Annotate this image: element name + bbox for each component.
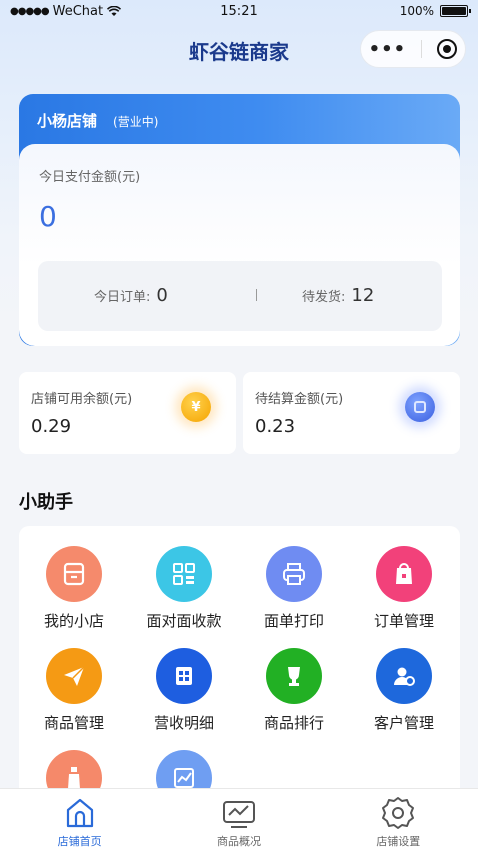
order-divider: [256, 289, 257, 301]
today-stats-panel: 今日支付金额(元) 0 今日订单: 0 待发货: 12: [19, 144, 460, 346]
shop-summary-card: 小杨店铺 (营业中) 今日支付金额(元) 0 今日订单: 0 待发货: 12: [19, 94, 460, 346]
battery-percent: 100%: [399, 4, 434, 18]
today-orders-label: 今日订单:: [94, 290, 151, 305]
yuan-coin-icon: ¥: [181, 392, 211, 422]
customer-icon: [376, 648, 432, 704]
tool-label: 营收明细: [153, 714, 214, 732]
available-balance-card[interactable]: 店铺可用余额(元) 0.29 ¥: [19, 372, 236, 454]
capsule-divider: [421, 40, 423, 58]
home-icon: [66, 798, 93, 828]
battery-info: 100%: [399, 4, 471, 18]
tool-order-management[interactable]: 订单管理: [349, 546, 459, 636]
status-bar: ●●●●● WeChat 15:21 100%: [0, 0, 478, 26]
tab-store-settings[interactable]: 店铺设置: [319, 789, 478, 850]
available-balance-label: 店铺可用余额(元): [31, 392, 133, 407]
trophy-icon: [266, 648, 322, 704]
tool-waybill-print[interactable]: 面单打印: [239, 546, 349, 636]
today-payment-label: 今日支付金额(元): [39, 170, 141, 185]
tool-product-management[interactable]: 商品管理: [19, 648, 129, 738]
tab-label: 店铺设置: [376, 835, 421, 848]
tool-label: 订单管理: [373, 612, 434, 630]
order-summary-box: 今日订单: 0 待发货: 12: [38, 261, 442, 331]
today-orders[interactable]: 今日订单: 0: [94, 285, 168, 306]
battery-icon: [440, 5, 471, 17]
tab-label: 店铺首页: [57, 835, 102, 848]
tool-my-store[interactable]: 我的小店: [19, 546, 129, 636]
shop-status-badge: (营业中): [113, 115, 159, 129]
ledger-icon: [156, 648, 212, 704]
tool-product-ranking[interactable]: 商品排行: [239, 648, 349, 738]
mini-program-capsule: •••: [360, 30, 466, 68]
qrcode-icon: [156, 546, 212, 602]
pending-shipment[interactable]: 待发货: 12: [302, 285, 374, 306]
shop-name[interactable]: 小杨店铺: [37, 110, 97, 131]
pending-settlement-label: 待结算金额(元): [255, 392, 344, 407]
pending-settlement-card[interactable]: 待结算金额(元) 0.23: [243, 372, 460, 454]
tool-revenue-details[interactable]: 营收明细: [129, 648, 239, 738]
tool-face-to-face-payment[interactable]: 面对面收款: [129, 546, 239, 636]
tool-label: 面单打印: [263, 612, 324, 630]
paper-plane-icon: [46, 648, 102, 704]
more-dots-icon[interactable]: •••: [369, 39, 407, 60]
pending-settlement-value: 0.23: [255, 416, 296, 437]
assistant-tools-grid: 我的小店 面对面收款 面单打印 订单管理 商品管理 营收明细 商品排行 客户管理: [19, 526, 460, 826]
chart-monitor-icon: [222, 801, 255, 828]
target-icon[interactable]: [437, 39, 458, 59]
pending-shipment-value: 12: [351, 285, 375, 306]
tool-customer-management[interactable]: 客户管理: [349, 648, 459, 738]
tool-label: 商品排行: [263, 714, 324, 732]
tool-label: 商品管理: [43, 714, 104, 732]
available-balance-value: 0.29: [31, 416, 72, 437]
bottom-tab-bar: 店铺首页 商品概况 店铺设置: [0, 788, 478, 850]
shop-header: 小杨店铺 (营业中): [37, 110, 158, 131]
tab-product-overview[interactable]: 商品概况: [159, 789, 318, 850]
assistant-section-title: 小助手: [19, 492, 73, 513]
pending-shipment-label: 待发货:: [302, 290, 346, 305]
store-icon: [46, 546, 102, 602]
printer-icon: [266, 546, 322, 602]
tab-label: 商品概况: [216, 835, 261, 848]
tool-label: 面对面收款: [146, 612, 222, 630]
settings-gear-icon: [382, 797, 415, 829]
today-orders-value: 0: [156, 285, 168, 306]
tab-store-home[interactable]: 店铺首页: [0, 789, 159, 850]
order-bag-icon: [376, 546, 432, 602]
today-payment-value: 0: [39, 200, 57, 233]
tool-label: 客户管理: [373, 714, 434, 732]
tool-label: 我的小店: [43, 612, 104, 630]
pending-coin-icon: [405, 392, 435, 422]
